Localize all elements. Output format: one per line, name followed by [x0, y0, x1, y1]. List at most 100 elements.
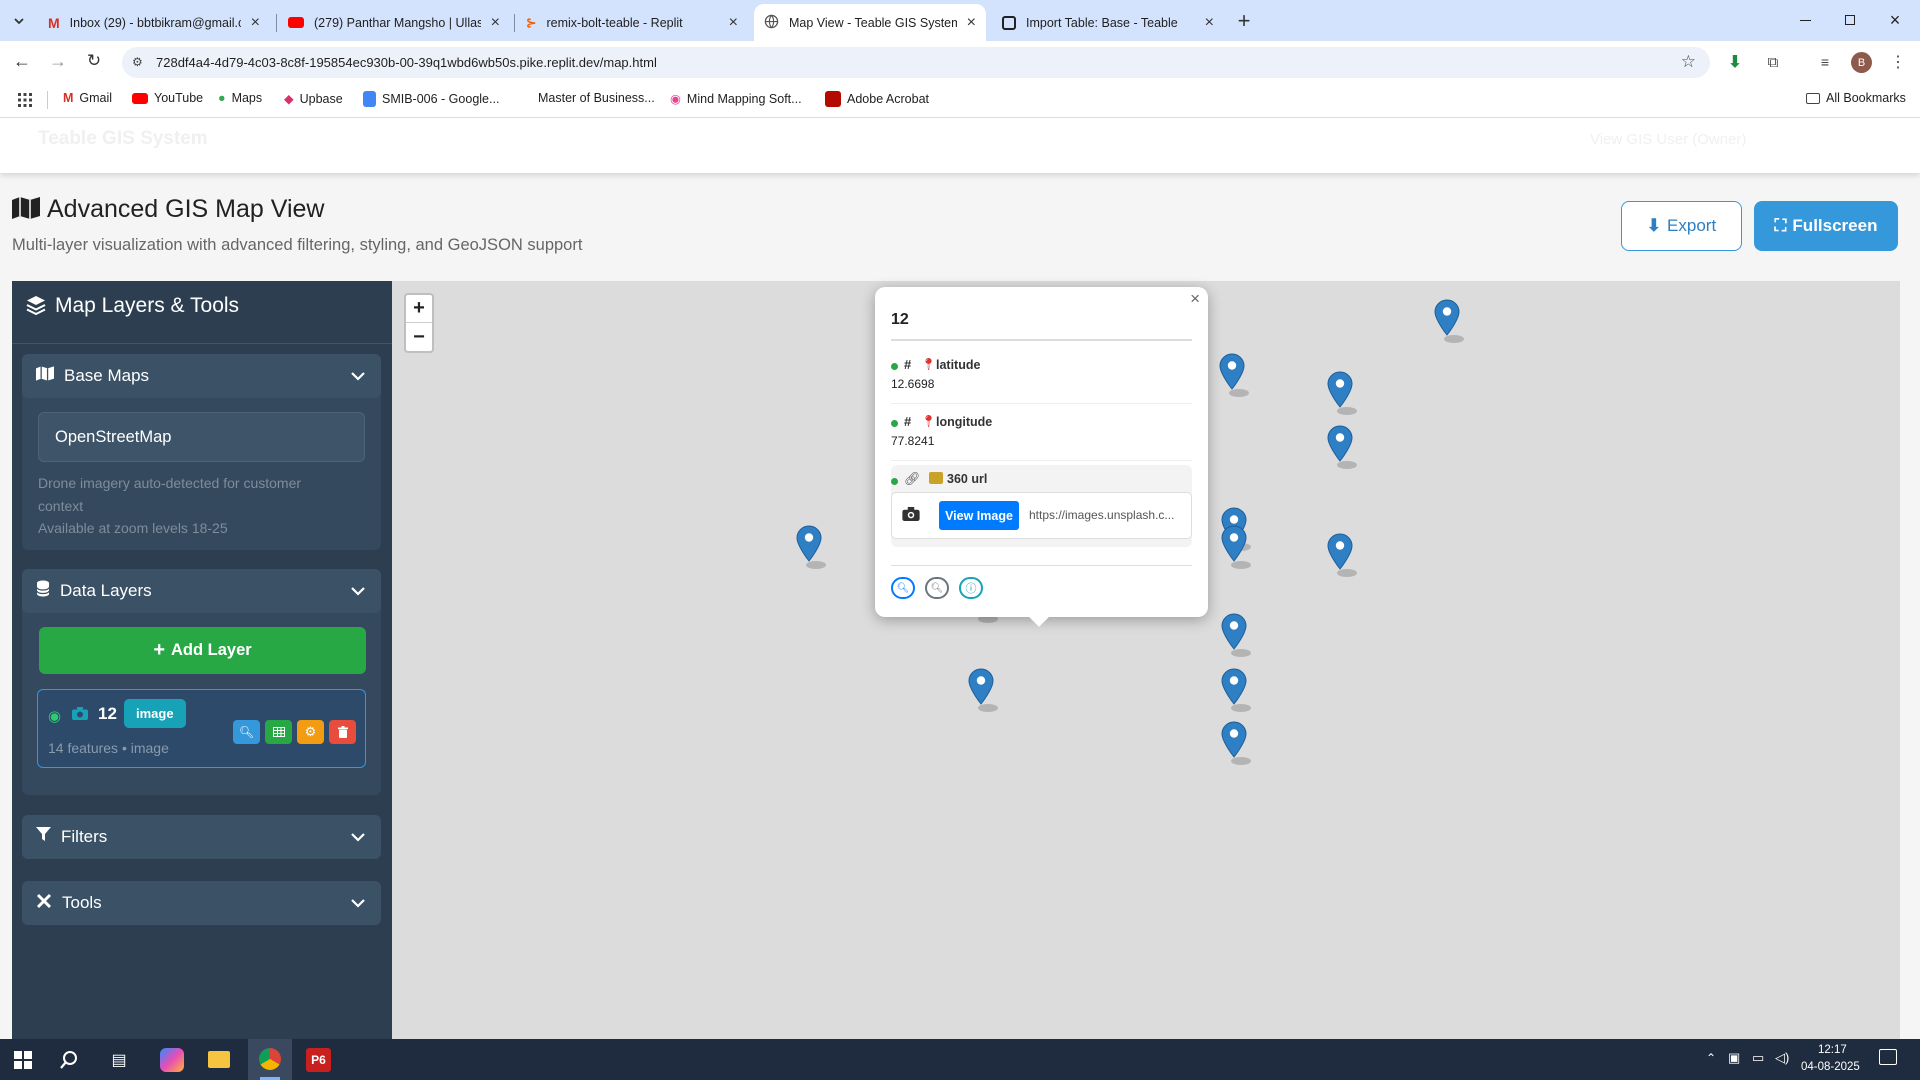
- tab-replit[interactable]: ⊱ remix-bolt-teable - Replit ×: [516, 4, 748, 41]
- chrome-taskbar-button[interactable]: [248, 1039, 292, 1080]
- tab-gmail[interactable]: M Inbox (29) - bbtbikram@gmail.c ×: [38, 4, 270, 41]
- apps-grid-icon[interactable]: [16, 91, 34, 109]
- tools-icon: [36, 893, 52, 914]
- close-tab-icon[interactable]: ×: [729, 14, 738, 32]
- tab-youtube[interactable]: (279) Panthar Mangsho | Ullas M ×: [278, 4, 510, 41]
- bookmark-master-business[interactable]: Master of Business...: [538, 91, 655, 105]
- close-tab-icon[interactable]: ×: [491, 14, 500, 32]
- address-bar[interactable]: ⚙ 728df4a4-4d79-4c03-8c8f-195854ec930b-0…: [122, 47, 1710, 78]
- page-content: Teable GIS System View GIS User (Owner) …: [0, 119, 1920, 1039]
- minimize-icon[interactable]: [1790, 10, 1820, 30]
- network-icon[interactable]: ▭: [1752, 1050, 1764, 1066]
- zoom-to-layer-button[interactable]: 🔍︎: [233, 720, 260, 744]
- close-tab-icon[interactable]: ×: [1205, 14, 1214, 32]
- search-icon[interactable]: [58, 1049, 80, 1071]
- zoom-to-feature-button[interactable]: 🔍︎: [891, 577, 915, 599]
- forward-icon[interactable]: →: [46, 49, 70, 73]
- bookmark-youtube[interactable]: YouTube: [132, 91, 203, 105]
- map-marker-icon[interactable]: [1221, 721, 1251, 767]
- map-marker-icon[interactable]: [1221, 613, 1251, 659]
- chevron-down-icon: [351, 587, 365, 596]
- task-view-icon[interactable]: ▤: [108, 1049, 130, 1071]
- reload-icon[interactable]: ↻: [82, 49, 106, 73]
- popup-close-button[interactable]: ×: [1190, 289, 1200, 309]
- tab-search-icon[interactable]: [8, 10, 30, 32]
- bookmark-upbase[interactable]: ◆ Upbase: [284, 91, 343, 107]
- clock-time[interactable]: 12:17: [1818, 1044, 1847, 1056]
- export-button[interactable]: ⬇ Export: [1621, 201, 1742, 251]
- map-marker-icon[interactable]: [1434, 299, 1464, 345]
- user-label[interactable]: View GIS User (Owner): [1590, 131, 1746, 148]
- view-image-button[interactable]: View Image: [939, 501, 1019, 530]
- back-icon[interactable]: ←: [10, 49, 34, 73]
- delete-layer-button[interactable]: [329, 720, 356, 744]
- close-window-icon[interactable]: ×: [1880, 8, 1910, 32]
- map-marker-icon[interactable]: [1219, 353, 1249, 399]
- field-longitude: # 📍︎ longitude 77.8241: [891, 414, 1192, 461]
- bookmark-maps[interactable]: ● Maps: [218, 91, 262, 105]
- site-info-icon[interactable]: ⚙: [132, 55, 143, 69]
- p6-app-icon[interactable]: P6: [306, 1048, 331, 1072]
- base-map-select[interactable]: OpenStreetMap: [38, 412, 365, 462]
- eye-icon[interactable]: ◉: [48, 707, 61, 725]
- base-maps-header[interactable]: Base Maps: [22, 354, 381, 398]
- menu-kebab-icon[interactable]: ⋮: [1888, 51, 1908, 73]
- map-icon: [12, 197, 40, 224]
- data-layers-header[interactable]: Data Layers: [22, 569, 381, 613]
- zoom-out-button[interactable]: −: [406, 323, 432, 351]
- volume-icon[interactable]: ◁): [1775, 1050, 1789, 1066]
- restore-icon[interactable]: [1835, 10, 1865, 30]
- bookmark-smib[interactable]: SMIB-006 - Google...: [363, 91, 499, 107]
- info-button[interactable]: ⓘ: [959, 577, 983, 599]
- avatar[interactable]: B: [1851, 52, 1872, 73]
- layer-settings-button[interactable]: ⚙: [297, 720, 324, 744]
- maps-pin-icon: ●: [218, 91, 226, 105]
- fullscreen-button[interactable]: ⛶ Fullscreen: [1754, 201, 1898, 251]
- gmail-icon: M: [63, 91, 74, 105]
- download-icon[interactable]: ⬇: [1724, 51, 1746, 73]
- bookmark-star-icon[interactable]: ☆: [1681, 52, 1696, 72]
- extensions-icon[interactable]: ⧉: [1762, 51, 1784, 73]
- all-bookmarks[interactable]: All Bookmarks: [1806, 91, 1906, 105]
- add-layer-button[interactable]: + Add Layer: [39, 627, 366, 674]
- tray-camera-icon[interactable]: ▣: [1728, 1050, 1740, 1066]
- zoom-in-button[interactable]: +: [406, 295, 432, 323]
- page-subtitle: Multi-layer visualization with advanced …: [12, 236, 583, 254]
- copilot-icon[interactable]: [160, 1048, 184, 1072]
- map-marker-icon[interactable]: [1221, 525, 1251, 571]
- url-text[interactable]: 728df4a4-4d79-4c03-8c8f-195854ec930b-00-…: [156, 55, 657, 70]
- map-marker-icon[interactable]: [1221, 668, 1251, 714]
- close-tab-icon[interactable]: ×: [251, 14, 260, 32]
- app-brand[interactable]: Teable GIS System: [38, 128, 208, 150]
- map-marker-icon[interactable]: [1327, 533, 1357, 579]
- tab-import-table[interactable]: Import Table: Base - Teable ×: [992, 4, 1224, 41]
- bookmark-gmail[interactable]: M Gmail: [63, 91, 112, 105]
- file-explorer-icon[interactable]: [208, 1051, 230, 1068]
- close-tab-icon[interactable]: ×: [967, 14, 976, 32]
- tab-map-view[interactable]: Map View - Teable GIS System ×: [754, 4, 986, 41]
- start-icon[interactable]: [14, 1051, 32, 1074]
- map-marker-icon[interactable]: [1327, 425, 1357, 471]
- map-marker-icon[interactable]: [796, 525, 826, 571]
- clock-date[interactable]: 04-08-2025: [1801, 1061, 1860, 1073]
- table-view-button[interactable]: [265, 720, 292, 744]
- base-maps-section: Base Maps OpenStreetMap Drone imagery au…: [22, 354, 381, 550]
- map-marker-icon[interactable]: [1327, 371, 1357, 417]
- media-controls-icon[interactable]: ≡: [1814, 51, 1836, 73]
- tray-chevron-icon[interactable]: ⌃: [1706, 1051, 1716, 1065]
- layer-item[interactable]: ◉ 12 image 14 features • image 🔍︎ ⚙: [37, 689, 366, 768]
- filter-icon: [36, 827, 51, 847]
- search-feature-button[interactable]: 🔍︎: [925, 577, 949, 599]
- chevron-down-icon: [351, 833, 365, 842]
- image-url-link[interactable]: https://images.unsplash.c...: [1029, 508, 1174, 522]
- tools-header[interactable]: Tools: [22, 881, 381, 925]
- filters-header[interactable]: Filters: [22, 815, 381, 859]
- bookmark-adobe[interactable]: Adobe Acrobat: [825, 91, 929, 107]
- bookmark-mind-mapping[interactable]: ◉ Mind Mapping Soft...: [670, 91, 802, 107]
- map-marker-icon[interactable]: [968, 668, 998, 714]
- new-tab-icon[interactable]: +: [1232, 8, 1256, 33]
- notifications-icon[interactable]: [1879, 1049, 1897, 1065]
- data-layers-section: Data Layers + Add Layer ◉ 12 image 14 fea…: [22, 569, 381, 795]
- field-latitude: # 📍︎ latitude 12.6698: [891, 357, 1192, 404]
- tab-strip: M Inbox (29) - bbtbikram@gmail.c × (279)…: [0, 0, 1920, 41]
